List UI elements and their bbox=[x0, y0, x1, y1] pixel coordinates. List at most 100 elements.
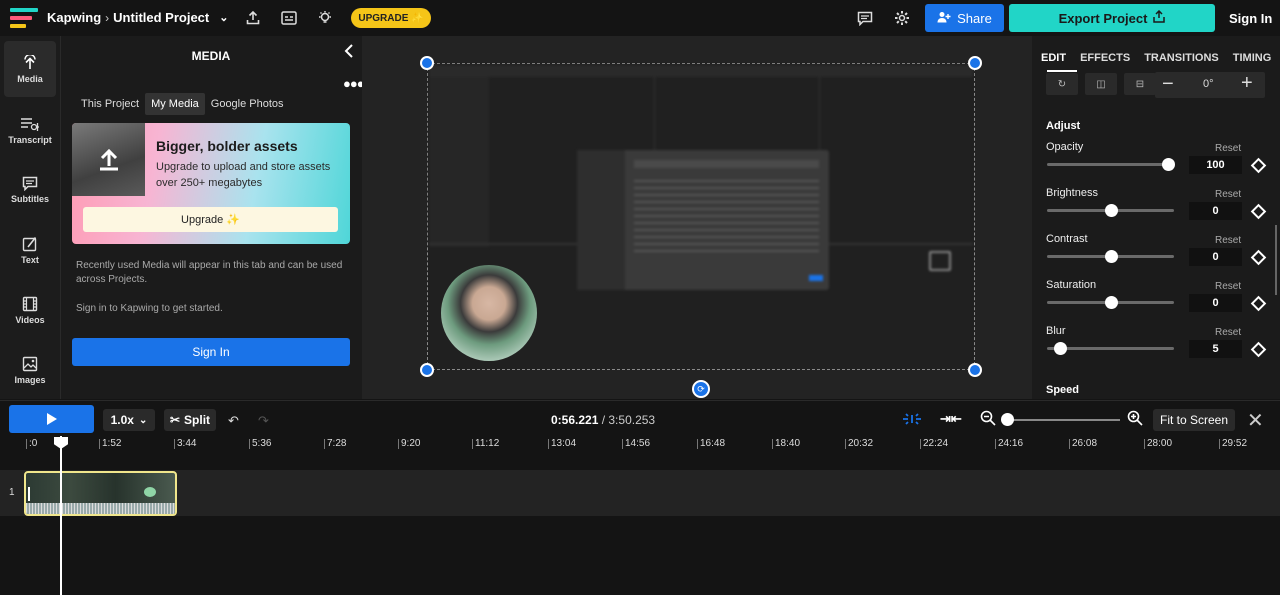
timeline-ruler[interactable]: :0 1:52 3:44 5:36 7:28 9:20 11:12 13:04 … bbox=[0, 436, 1280, 456]
nav-item-videos[interactable]: Videos bbox=[0, 282, 60, 338]
flip-horizontal-icon[interactable]: ◫ bbox=[1085, 73, 1117, 95]
slider-knob[interactable] bbox=[1053, 342, 1067, 355]
slider-knob[interactable] bbox=[1161, 158, 1175, 171]
panel-scrollbar[interactable] bbox=[1275, 225, 1277, 295]
tab-transitions[interactable]: TRANSITIONS bbox=[1139, 52, 1224, 64]
rotate-handle-icon[interactable]: ⟳ bbox=[692, 380, 710, 398]
brand-name[interactable]: Kapwing bbox=[47, 10, 101, 25]
zoom-slider[interactable] bbox=[1006, 419, 1120, 421]
panel-title: MEDIA bbox=[191, 49, 231, 63]
nav-item-subtitles[interactable]: Subtitles bbox=[0, 162, 60, 218]
slider-knob[interactable] bbox=[1104, 296, 1118, 309]
brightness-row: Brightness Reset 0 bbox=[1046, 187, 1271, 227]
close-icon[interactable]: ✕ bbox=[1247, 408, 1264, 433]
track-number: 1 bbox=[9, 487, 15, 498]
media-tabs: This Project My Media Google Photos bbox=[75, 93, 290, 115]
share-label: Share bbox=[957, 10, 992, 26]
plus-icon[interactable]: + bbox=[1241, 72, 1253, 95]
saturation-value[interactable]: 0 bbox=[1189, 294, 1242, 312]
keyframe-icon[interactable] bbox=[1250, 295, 1267, 312]
nav-label: Subtitles bbox=[10, 194, 49, 204]
playhead[interactable] bbox=[60, 436, 62, 595]
resize-handle-top-left[interactable] bbox=[420, 56, 434, 70]
reset-button[interactable]: Reset bbox=[1215, 327, 1241, 338]
blur-value[interactable]: 5 bbox=[1189, 340, 1242, 358]
fit-to-screen-button[interactable]: Fit to Screen bbox=[1153, 409, 1235, 431]
webcam-overlay[interactable] bbox=[441, 265, 537, 361]
zoom-slider-knob[interactable] bbox=[1001, 413, 1014, 426]
sign-in-link[interactable]: Sign In bbox=[1229, 11, 1272, 26]
timeline-toolbar: 1.0x ⌄ ✂ Split ↶ ↷ 0:56.221 / 3:50.253 ⇥… bbox=[0, 400, 1280, 436]
slider-knob[interactable] bbox=[1104, 250, 1118, 263]
nav-label: Text bbox=[21, 254, 39, 265]
ruler-tick: 14:56 bbox=[621, 438, 651, 449]
opacity-slider[interactable] bbox=[1047, 158, 1175, 171]
gear-icon[interactable] bbox=[893, 9, 911, 27]
track-row[interactable] bbox=[0, 470, 1280, 516]
tab-effects[interactable]: EFFECTS bbox=[1075, 52, 1135, 64]
brightness-slider[interactable] bbox=[1047, 204, 1174, 217]
redo-icon[interactable]: ↷ bbox=[258, 413, 269, 429]
resize-handle-bottom-right[interactable] bbox=[968, 363, 982, 377]
lightbulb-icon[interactable] bbox=[316, 9, 334, 27]
opacity-value[interactable]: 100 bbox=[1189, 156, 1242, 174]
rotate-icon[interactable]: ↻ bbox=[1046, 73, 1078, 95]
contrast-value[interactable]: 0 bbox=[1189, 248, 1242, 266]
resize-handle-bottom-left[interactable] bbox=[420, 363, 434, 377]
chevron-down-icon[interactable]: ⌄ bbox=[219, 11, 228, 24]
slider-knob[interactable] bbox=[1104, 204, 1118, 217]
flip-vertical-icon[interactable]: ⊟ bbox=[1124, 73, 1156, 95]
upgrade-button[interactable]: UPGRADE ✨ bbox=[351, 8, 431, 28]
promo-upgrade-button[interactable]: Upgrade ✨ bbox=[83, 207, 338, 232]
keyframe-icon[interactable] bbox=[1250, 157, 1267, 174]
brightness-value[interactable]: 0 bbox=[1189, 202, 1242, 220]
export-project-button[interactable]: Export Project bbox=[1009, 4, 1215, 32]
kapwing-logo[interactable] bbox=[10, 8, 38, 28]
subtitles-box-icon[interactable] bbox=[280, 9, 298, 27]
chevron-left-icon[interactable] bbox=[344, 44, 354, 61]
tab-google-photos[interactable]: Google Photos bbox=[205, 93, 290, 115]
nav-label: Images bbox=[14, 374, 46, 385]
minus-icon[interactable]: − bbox=[1162, 73, 1174, 96]
reset-button[interactable]: Reset bbox=[1215, 189, 1241, 200]
playback-speed-select[interactable]: 1.0x ⌄ bbox=[103, 409, 155, 431]
tab-this-project[interactable]: This Project bbox=[75, 93, 145, 115]
tab-edit[interactable]: EDIT bbox=[1036, 52, 1071, 64]
keyframe-icon[interactable] bbox=[1250, 249, 1267, 266]
resize-handle-top-right[interactable] bbox=[968, 56, 982, 70]
zoom-in-icon[interactable] bbox=[1127, 410, 1143, 430]
adjust-label-brightness: Brightness bbox=[1046, 187, 1098, 199]
contrast-row: Contrast Reset 0 bbox=[1046, 233, 1271, 273]
more-icon[interactable]: ●●● bbox=[343, 76, 365, 91]
play-button[interactable] bbox=[9, 405, 94, 433]
promo-image bbox=[72, 123, 145, 196]
nav-item-transcript[interactable]: Transcript bbox=[0, 102, 60, 158]
comment-icon[interactable] bbox=[856, 9, 874, 27]
zoom-out-icon[interactable] bbox=[980, 410, 996, 430]
reset-button[interactable]: Reset bbox=[1215, 143, 1241, 154]
tab-my-media[interactable]: My Media bbox=[145, 93, 205, 115]
saturation-slider[interactable] bbox=[1047, 296, 1174, 309]
nav-label: Transcript bbox=[8, 134, 52, 145]
nav-item-text[interactable]: Text bbox=[0, 222, 60, 278]
keyframe-icon[interactable] bbox=[1250, 341, 1267, 358]
share-button[interactable]: Share bbox=[925, 4, 1004, 32]
video-clip[interactable] bbox=[24, 471, 177, 516]
reset-button[interactable]: Reset bbox=[1215, 281, 1241, 292]
reset-button[interactable]: Reset bbox=[1215, 235, 1241, 246]
nav-item-images[interactable]: Images bbox=[0, 342, 60, 398]
split-button[interactable]: ✂ Split bbox=[164, 409, 216, 431]
nav-item-media[interactable]: Media bbox=[4, 41, 56, 97]
fit-width-icon[interactable]: ⇥⇤ bbox=[940, 411, 962, 427]
media-sign-in-button[interactable]: Sign In bbox=[72, 338, 350, 366]
undo-icon[interactable]: ↶ bbox=[228, 413, 239, 429]
rotation-value[interactable]: 0° bbox=[1203, 78, 1214, 90]
blur-slider[interactable] bbox=[1047, 342, 1174, 355]
upload-icon[interactable] bbox=[244, 9, 262, 27]
project-title[interactable]: Untitled Project bbox=[113, 10, 209, 25]
keyframe-icon[interactable] bbox=[1250, 203, 1267, 220]
snap-icon[interactable] bbox=[901, 411, 923, 427]
upgrade-promo-card: Bigger, bolder assets Upgrade to upload … bbox=[72, 123, 350, 244]
contrast-slider[interactable] bbox=[1047, 250, 1174, 263]
tab-timing[interactable]: TIMING bbox=[1228, 52, 1277, 64]
